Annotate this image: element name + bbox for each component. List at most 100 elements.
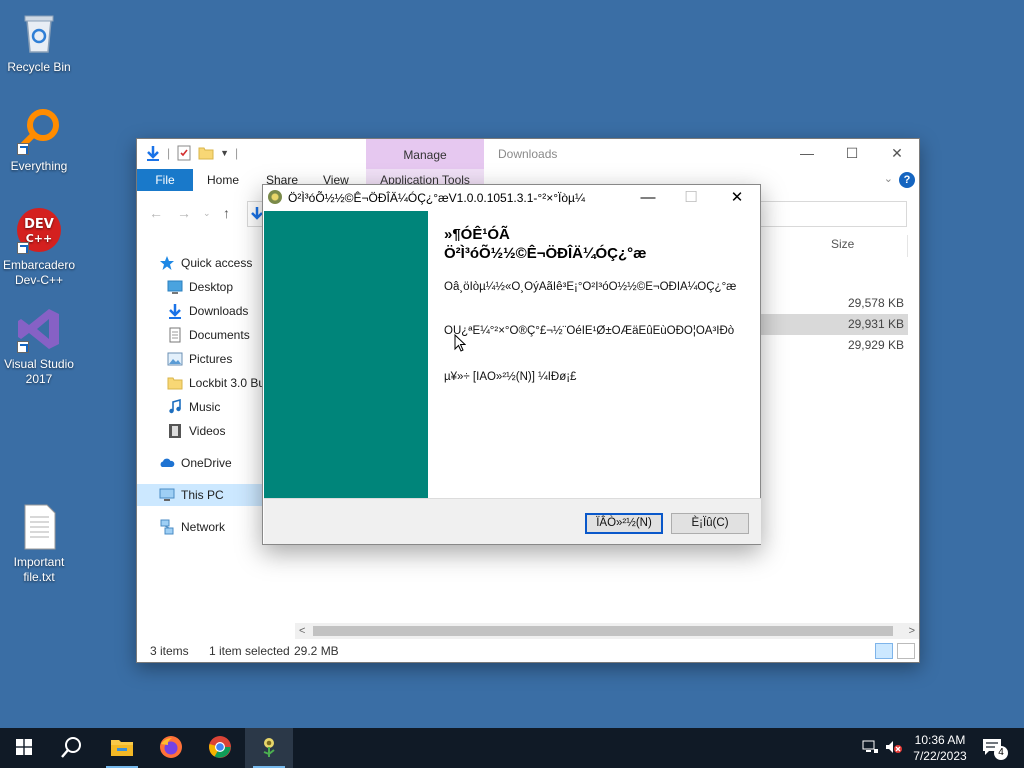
back-arrow-icon[interactable]: ←	[149, 205, 163, 221]
nav-item-label: Network	[181, 520, 226, 534]
visual-studio-icon	[15, 305, 63, 353]
recent-chevron-icon[interactable]: ⌄	[203, 208, 211, 219]
action-center-button[interactable]: 4	[982, 738, 1008, 760]
scroll-right-icon[interactable]: >	[909, 623, 915, 639]
file-size: 29,929 KB	[847, 338, 904, 352]
volume-muted-icon[interactable]	[885, 740, 903, 757]
status-size: 29.2 MB	[294, 644, 339, 658]
folder-icon	[167, 375, 183, 391]
installer-app-icon	[257, 735, 281, 762]
properties-icon[interactable]	[176, 145, 192, 161]
wizard-content: »¶Ó­Ê¹ÓÃ Ö²Ì³óÕ½½©Ê¬ÖÐÎÄ¼ÓÇ¿°æ Õâ¸öÏòµ¼½…	[444, 225, 744, 383]
dev-cpp-icon: DEV C++	[15, 206, 63, 254]
taskbar-firefox[interactable]	[147, 728, 195, 768]
up-arrow-icon[interactable]: ↑	[223, 205, 230, 221]
intro-text: Õâ¸öÏòµ¼½«Ö¸ÒýÄãÍê³É¡°Ö²Ì³óÕ½½©Ê¬ÖÐÎÄ¼ÓÇ…	[444, 281, 737, 293]
recycle-bin-icon	[15, 8, 63, 56]
search-button[interactable]	[48, 728, 96, 768]
taskbar-file-explorer[interactable]	[98, 728, 146, 768]
desktop-folder-icon	[167, 279, 183, 295]
tab-file[interactable]: File	[137, 169, 193, 191]
wizard-side-banner	[264, 211, 428, 498]
welcome-heading: »¶Ó­Ê¹ÓÃ	[444, 226, 510, 243]
continue-text: µ¥»÷ [ÏÂÒ»²½(N)] ¼ÌÐø¡£	[444, 371, 577, 383]
status-bar: 3 items 1 item selected 29.2 MB	[137, 639, 919, 663]
search-icon	[61, 736, 83, 761]
nav-item-label: Documents	[189, 328, 250, 342]
desktop-icon-label: Everything	[10, 159, 68, 173]
nav-item-label: Quick access	[181, 256, 253, 270]
pictures-folder-icon	[167, 351, 183, 367]
file-explorer-icon	[110, 737, 134, 760]
network-status-icon[interactable]	[862, 740, 878, 757]
cancel-button[interactable]: È¡Ïû(C)	[671, 513, 749, 534]
file-size: 29,931 KB	[847, 317, 904, 331]
column-header-size[interactable]: Size	[831, 237, 854, 251]
next-button[interactable]: ÏÂÒ»²½(N)	[585, 513, 663, 534]
dialog-title: Ö²Ì³óÕ½½©Ê¬ÖÐÎÄ¼ÓÇ¿°æV1.0.0.1051.3.1-°²×…	[288, 191, 585, 205]
dialog-footer: ÏÂÒ»²½(N) È¡Ïû(C)	[264, 498, 761, 544]
maximize-button[interactable]: ☐	[842, 145, 862, 161]
desktop-icon-dev-cpp[interactable]: DEV C++ Embarcadero Dev-C++	[0, 206, 78, 288]
details-view-icon[interactable]	[875, 643, 893, 659]
nav-item-label: Downloads	[189, 304, 249, 318]
tab-home[interactable]: Home	[207, 169, 239, 191]
desktop-icon-visual-studio[interactable]: Visual Studio 2017	[0, 305, 78, 387]
new-folder-icon[interactable]	[198, 145, 214, 161]
chevron-down-icon[interactable]: ⌄	[884, 172, 893, 185]
taskbar: 10:36 AM 7/22/2023 4	[0, 728, 1024, 768]
help-icon[interactable]: ?	[899, 172, 915, 188]
close-button[interactable]: ✕	[722, 188, 752, 208]
qat-dropdown-icon[interactable]: ▼	[220, 148, 229, 158]
nav-item-label: OneDrive	[181, 456, 232, 470]
manage-tab[interactable]: Manage	[366, 139, 484, 169]
quick-access-toolbar: | ▼ |	[145, 145, 238, 161]
taskbar-installer[interactable]	[245, 728, 293, 768]
product-heading: Ö²Ì³óÕ½½©Ê¬ÖÐÎÄ¼ÓÇ¿°æ	[444, 245, 647, 262]
maximize-button[interactable]: ☐	[676, 188, 706, 208]
nav-item-label: This PC	[181, 488, 224, 502]
scroll-left-icon[interactable]: <	[299, 623, 305, 639]
scrollbar-thumb[interactable]	[313, 626, 893, 636]
qat-separator: |	[167, 146, 171, 160]
qat-separator: |	[235, 146, 239, 160]
shortcut-arrow-icon	[17, 242, 29, 254]
everything-search-icon	[15, 107, 63, 155]
taskbar-clock[interactable]: 10:36 AM 7/22/2023	[906, 732, 974, 764]
svg-text:C++: C++	[26, 232, 53, 245]
setup-wizard-dialog: Ö²Ì³óÕ½½©Ê¬ÖÐÎÄ¼ÓÇ¿°æV1.0.0.1051.3.1-°²×…	[262, 184, 761, 545]
desktop-icon-important-file[interactable]: Important file.txt	[0, 503, 78, 585]
window-title: Downloads	[498, 147, 558, 161]
status-item-count: 3 items	[150, 644, 189, 658]
desktop-icon-everything[interactable]: Everything	[0, 107, 78, 174]
minimize-button[interactable]: —	[633, 188, 663, 208]
chrome-icon	[208, 735, 232, 762]
column-divider	[907, 235, 908, 257]
desktop-icon-recycle-bin[interactable]: Recycle Bin	[0, 8, 78, 75]
desktop-icon-label: Important file.txt	[13, 555, 65, 584]
file-size: 29,578 KB	[847, 296, 904, 310]
documents-folder-icon	[167, 327, 183, 343]
start-button[interactable]	[0, 728, 48, 768]
shortcut-arrow-icon	[17, 143, 29, 155]
large-icons-view-icon[interactable]	[897, 643, 915, 659]
desktop-icon-label: Embarcadero Dev-C++	[2, 258, 76, 287]
forward-arrow-icon[interactable]: →	[177, 205, 191, 221]
star-icon	[159, 255, 175, 271]
taskbar-chrome[interactable]	[196, 728, 244, 768]
horizontal-scrollbar[interactable]: < >	[295, 623, 919, 639]
firefox-icon	[159, 735, 183, 762]
desktop-icon-label: Recycle Bin	[7, 60, 71, 74]
minimize-button[interactable]: —	[797, 145, 817, 161]
windows-logo-icon	[16, 738, 32, 758]
onedrive-icon	[159, 455, 175, 471]
nav-item-label: Pictures	[189, 352, 233, 366]
shortcut-arrow-icon	[17, 341, 29, 353]
text-file-icon	[15, 503, 63, 551]
explorer-title-bar: | ▼ | Manage Downloads — ☐ ✕	[137, 139, 919, 169]
close-button[interactable]: ✕	[887, 145, 907, 161]
installer-app-icon	[268, 190, 282, 204]
music-folder-icon	[167, 398, 183, 415]
network-icon	[159, 519, 175, 535]
download-arrow-icon[interactable]	[145, 145, 161, 161]
